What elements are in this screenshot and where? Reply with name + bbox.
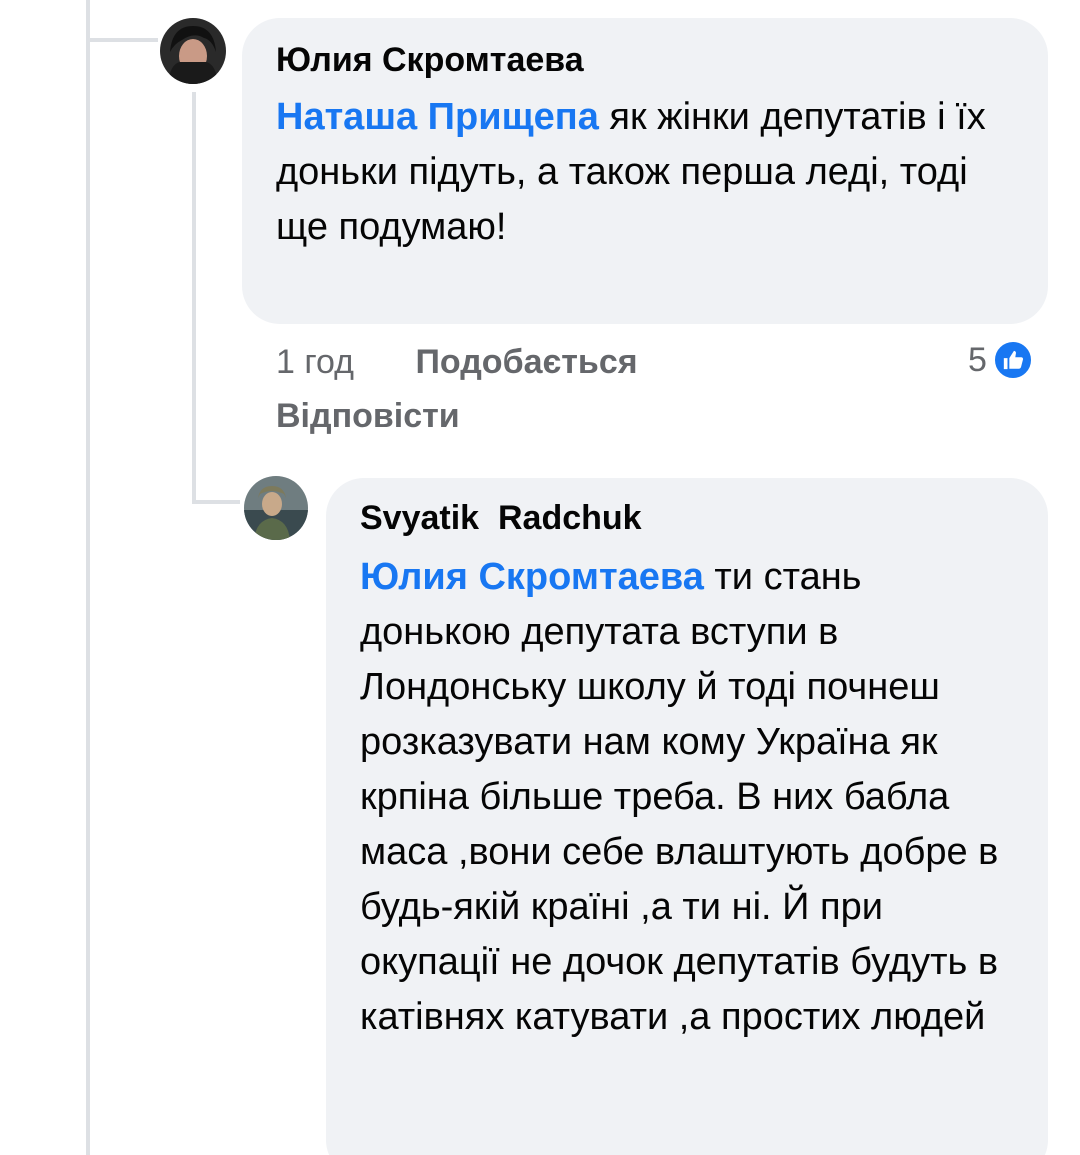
comment-text: Наташа Прищепа як жінки депутатів і їх д… [276, 90, 1018, 255]
comment-time[interactable]: 1 год [276, 343, 354, 381]
comment-author[interactable]: Svyatik Radchuk [360, 498, 1018, 538]
like-button[interactable]: Подобається [415, 343, 637, 381]
thread-line-outer-connector [86, 38, 158, 42]
comment-body: ти стань донькою депутата вступи в Лондо… [360, 556, 999, 1038]
mention-link[interactable]: Юлия Скромтаева [360, 556, 704, 598]
avatar-photo-icon [160, 18, 226, 84]
thread-line-inner [192, 92, 196, 504]
avatar-photo-icon [244, 476, 308, 540]
avatar[interactable] [244, 476, 308, 540]
comment-meta: 1 год Подобається Відповісти [276, 342, 896, 436]
reaction-summary[interactable]: 5 [968, 340, 1033, 380]
mention-link[interactable]: Наташа Прищепа [276, 96, 599, 138]
comment-text: Юлия Скромтаева ти стань донькою депутат… [360, 550, 1018, 1045]
thread-line-outer [86, 0, 90, 1155]
avatar[interactable] [160, 18, 226, 84]
reply-button[interactable]: Відповісти [276, 396, 896, 436]
like-icon [992, 340, 1033, 380]
thread-line-inner-connector [192, 500, 240, 504]
comments-thread: Юлия Скромтаева Наташа Прищепа як жінки … [0, 0, 1080, 1155]
comment-bubble: Юлия Скромтаева Наташа Прищепа як жінки … [242, 18, 1048, 324]
comment-bubble: Svyatik Radchuk Юлия Скромтаева ти стань… [326, 478, 1048, 1155]
reaction-count: 5 [968, 340, 987, 379]
comment-author[interactable]: Юлия Скромтаева [276, 40, 1018, 80]
